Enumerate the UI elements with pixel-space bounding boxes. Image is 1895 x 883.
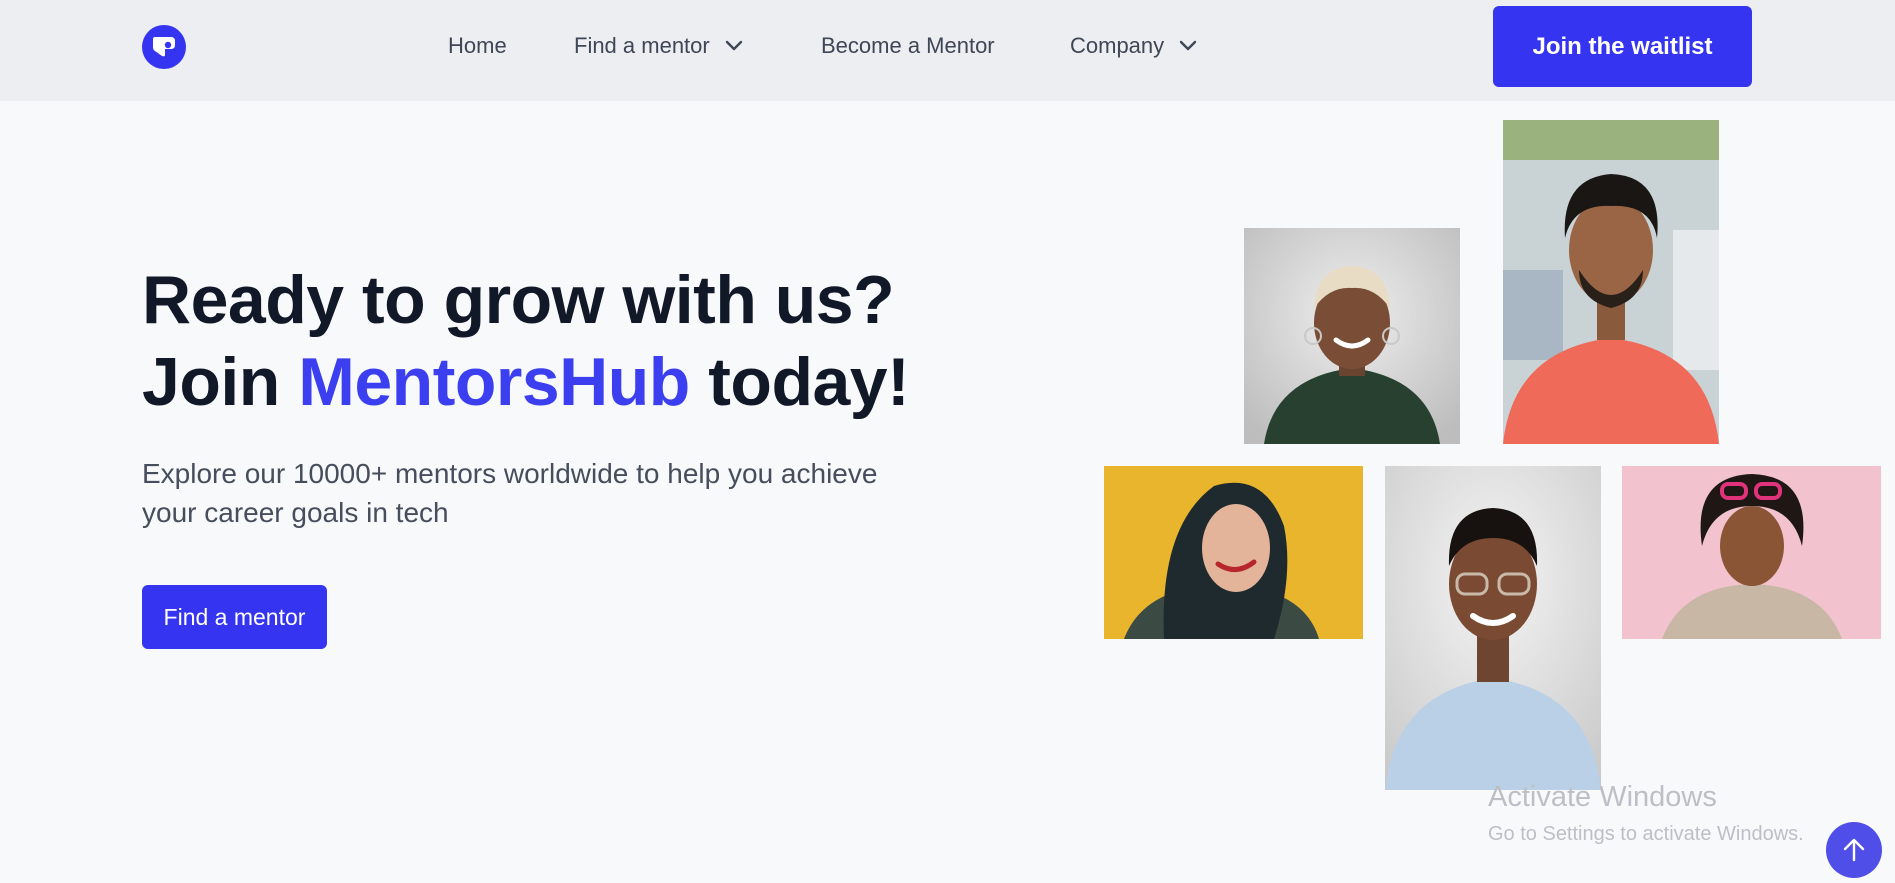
hero-subtitle: Explore our 10000+ mentors worldwide to … [142,458,878,528]
nav-find-a-mentor[interactable]: Find a mentor [574,33,748,59]
mentor-photo-5 [1622,466,1881,639]
nav-become-a-mentor-label: Become a Mentor [821,33,995,58]
mentor-photo-3 [1104,466,1363,639]
activate-windows-subtitle: Go to Settings to activate Windows. [1488,823,1804,845]
nav-become-a-mentor[interactable]: Become a Mentor [821,33,995,59]
hero-title-end: today! [708,344,910,420]
join-waitlist-button[interactable]: Join the waitlist [1493,6,1752,87]
hero-title-line1: Ready to grow with us? [142,262,895,338]
mentor-photo-1 [1244,228,1460,444]
scroll-to-top-button[interactable] [1826,822,1882,878]
hero-title: Ready to grow with us? Join MentorsHub t… [142,259,942,423]
mentor-photo-4 [1385,466,1601,790]
activate-windows-title: Activate Windows [1488,781,1717,813]
mentor-photo-2 [1503,120,1719,444]
nav-home[interactable]: Home [448,33,507,59]
mentorshub-logo-icon[interactable] [142,25,186,69]
nav-company-label: Company [1070,33,1165,58]
find-a-mentor-button[interactable]: Find a mentor [142,585,327,649]
chevron-down-icon [1179,40,1197,51]
nav-home-label: Home [448,33,507,58]
nav-company[interactable]: Company [1070,33,1202,59]
hero-title-join: Join [142,344,280,420]
arrow-up-icon [1843,838,1865,862]
chevron-down-icon [725,40,742,51]
nav-find-a-mentor-label: Find a mentor [574,33,710,58]
top-navbar: Home Find a mentor Become a Mentor Compa… [0,0,1895,101]
hero-title-brand: MentorsHub [298,344,690,420]
